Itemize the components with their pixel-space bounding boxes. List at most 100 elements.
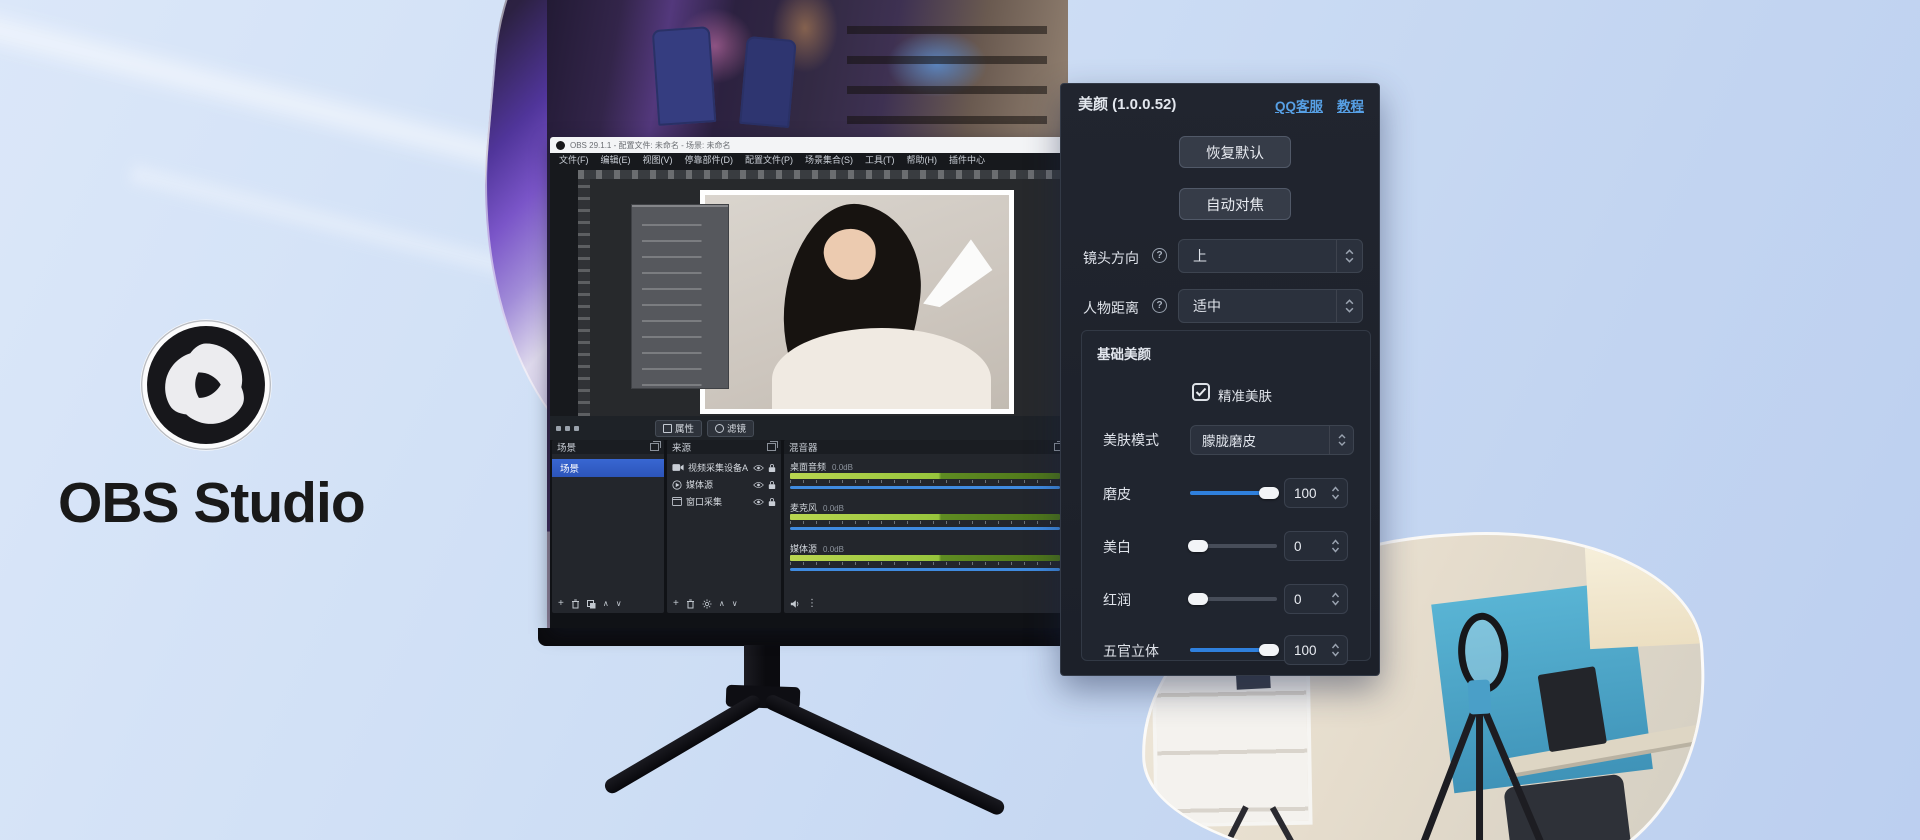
camera-icon: [672, 463, 684, 472]
portrait-photo: [700, 190, 1014, 414]
sources-dock: 来源 视频采集设备A 媒体源: [667, 440, 781, 613]
popout-icon[interactable]: [650, 443, 659, 451]
volume-slider[interactable]: [790, 486, 1060, 489]
tripod-leg: [1476, 707, 1483, 840]
slider-handle[interactable]: [1188, 593, 1208, 605]
meter-ticks: [790, 480, 1060, 483]
face-3d-value-stepper[interactable]: 100: [1284, 635, 1348, 665]
scenes-toolbar: + ∧ ∨: [558, 599, 622, 609]
move-source-up-icon[interactable]: ∧: [719, 599, 725, 609]
visibility-eye-icon[interactable]: [753, 498, 764, 506]
whitening-value-stepper[interactable]: 0: [1284, 531, 1348, 561]
smoothing-value-stepper[interactable]: 100: [1284, 478, 1348, 508]
slider-handle[interactable]: [1259, 487, 1279, 499]
obs-title-bar[interactable]: OBS 29.1.1 - 配置文件: 未命名 - 场景: 未命名: [550, 137, 1068, 153]
visibility-eye-icon[interactable]: [753, 481, 764, 489]
subject-distance-label: 人物距离: [1083, 298, 1139, 318]
speaker-icon[interactable]: [790, 599, 800, 609]
source-row[interactable]: 视频采集设备A: [667, 459, 781, 476]
menu-tools[interactable]: 工具(T): [859, 153, 901, 168]
obs-app-icon: [556, 141, 565, 150]
white-wing-decor: [923, 232, 998, 316]
group-title: 基础美颜: [1097, 343, 1151, 363]
camera-direction-select[interactable]: 上: [1178, 239, 1363, 273]
audio-mixer-dock: 混音器 桌面音频 0.0dB 麦克风 0.0dB: [784, 440, 1068, 613]
mixer-dock-header[interactable]: 混音器: [784, 440, 1068, 454]
source-properties-gear-icon[interactable]: [702, 599, 712, 609]
context-mini-icon: [565, 426, 570, 431]
restore-defaults-button[interactable]: 恢复默认: [1179, 136, 1291, 168]
volume-meter: [790, 555, 1060, 561]
face-3d-slider[interactable]: [1190, 644, 1277, 656]
whitening-label: 美白: [1103, 537, 1131, 557]
sources-dock-header[interactable]: 来源: [667, 440, 781, 454]
menu-view[interactable]: 视图(V): [637, 153, 679, 168]
add-scene-icon[interactable]: +: [558, 599, 564, 609]
meter-ticks: [790, 562, 1060, 565]
captured-app-options-bar: [578, 170, 1064, 179]
desk-monitor: [1538, 666, 1607, 752]
source-row[interactable]: 窗口采集: [667, 493, 781, 510]
marketing-banner: OBS Studio OBS 29.1.1 - 配置文件: 未命名 - 场景: …: [0, 0, 1920, 840]
chevron-up-down-icon: [1329, 426, 1353, 454]
help-icon[interactable]: ?: [1152, 298, 1167, 313]
lock-icon[interactable]: [768, 463, 776, 473]
brand-wordmark: OBS Studio: [58, 470, 365, 536]
slider-handle[interactable]: [1259, 644, 1279, 656]
whitening-slider[interactable]: [1190, 540, 1277, 552]
stepper-arrows-icon[interactable]: [1331, 643, 1340, 657]
add-source-icon[interactable]: +: [673, 599, 679, 609]
mixer-more-icon[interactable]: ⋮: [807, 599, 817, 609]
popout-icon[interactable]: [767, 443, 776, 451]
move-source-down-icon[interactable]: ∨: [732, 599, 738, 609]
volume-slider[interactable]: [790, 527, 1060, 530]
obs-preview-area[interactable]: [550, 168, 1068, 416]
menu-file[interactable]: 文件(F): [553, 153, 595, 168]
menu-help[interactable]: 帮助(H): [901, 153, 944, 168]
rosy-value-stepper[interactable]: 0: [1284, 584, 1348, 614]
mixer-channel: 媒体源 0.0dB: [790, 542, 1060, 571]
slider-handle[interactable]: [1188, 540, 1208, 552]
rosy-slider[interactable]: [1190, 593, 1277, 605]
stepper-arrows-icon[interactable]: [1331, 486, 1340, 500]
volume-slider[interactable]: [790, 568, 1060, 571]
stepper-arrows-icon[interactable]: [1331, 539, 1340, 553]
stepper-arrows-icon[interactable]: [1331, 592, 1340, 606]
remove-source-icon[interactable]: [686, 599, 695, 609]
visibility-eye-icon[interactable]: [753, 464, 764, 472]
precise-skin-checkbox[interactable]: [1192, 383, 1210, 401]
scenes-dock-header[interactable]: 场景: [552, 440, 664, 454]
obs-context-bar: 属性 滤镜: [550, 416, 1068, 440]
remove-scene-icon[interactable]: [571, 599, 580, 609]
mixer-toolbar: ⋮: [790, 599, 817, 609]
properties-icon: [663, 424, 672, 433]
menu-plugin-center[interactable]: 插件中心: [943, 153, 991, 168]
monitor-bezel: [538, 628, 1078, 646]
scene-filters-icon[interactable]: [587, 600, 596, 609]
filters-button[interactable]: 滤镜: [707, 420, 754, 437]
window-icon: [672, 497, 682, 506]
obs-window-title: OBS 29.1.1 - 配置文件: 未命名 - 场景: 未命名: [570, 140, 730, 151]
skin-mode-select[interactable]: 朦胧磨皮: [1190, 425, 1354, 455]
chevron-up-down-icon: [1336, 290, 1362, 322]
tutorial-link[interactable]: 教程: [1337, 95, 1364, 115]
menu-profile[interactable]: 配置文件(P): [739, 153, 799, 168]
subject-distance-select[interactable]: 适中: [1178, 289, 1363, 323]
menu-docks[interactable]: 停靠部件(D): [679, 153, 740, 168]
qq-support-link[interactable]: QQ客服: [1275, 95, 1323, 115]
autofocus-button[interactable]: 自动对焦: [1179, 188, 1291, 220]
ring-light-mount: [1468, 679, 1492, 714]
camera-direction-label: 镜头方向: [1083, 248, 1139, 268]
lock-icon[interactable]: [768, 497, 776, 507]
lock-icon[interactable]: [768, 480, 776, 490]
smoothing-slider[interactable]: [1190, 487, 1277, 499]
help-icon[interactable]: ?: [1152, 248, 1167, 263]
move-scene-down-icon[interactable]: ∨: [616, 599, 622, 609]
menu-scene-collection[interactable]: 场景集合(S): [799, 153, 859, 168]
source-row[interactable]: 媒体源: [667, 476, 781, 493]
menu-edit[interactable]: 编辑(E): [595, 153, 637, 168]
move-scene-up-icon[interactable]: ∧: [603, 599, 609, 609]
scene-list-item-selected[interactable]: 场景: [552, 459, 664, 477]
mixer-channel: 麦克风 0.0dB: [790, 501, 1060, 530]
properties-button[interactable]: 属性: [655, 420, 702, 437]
